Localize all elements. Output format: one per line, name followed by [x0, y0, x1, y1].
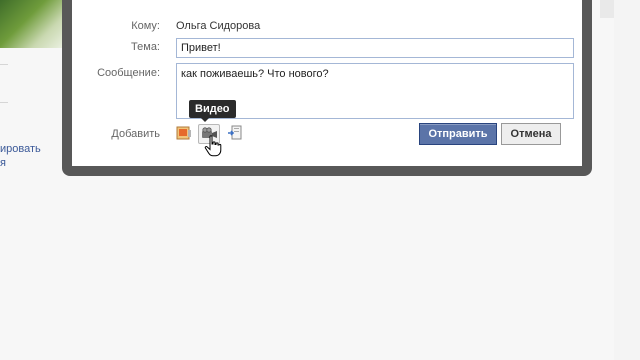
message-label: Сообщение:: [97, 67, 160, 79]
message-dialog: Кому: Ольга Сидорова Тема: Привет! Сообщ…: [72, 0, 582, 166]
divider: [0, 102, 8, 103]
video-tooltip: Видео: [189, 100, 236, 122]
message-textarea[interactable]: как поживаешь? Что нового?: [176, 63, 574, 119]
background-panel-fragment: [600, 0, 614, 18]
background-link[interactable]: ировать я: [0, 142, 41, 170]
attach-label: Добавить: [111, 128, 160, 140]
attach-photo-button[interactable]: [176, 125, 192, 141]
hand-cursor-icon: [204, 135, 222, 157]
recipient-value: Ольга Сидорова: [176, 20, 261, 32]
recipient-label: Кому:: [131, 20, 160, 32]
page-scroll-region: [614, 0, 640, 360]
message-dialog-frame: Кому: Ольга Сидорова Тема: Привет! Сообщ…: [62, 0, 592, 176]
cancel-button[interactable]: Отмена: [501, 123, 561, 145]
background-link-line-1: ировать: [0, 143, 41, 155]
divider: [0, 64, 8, 65]
attach-link-button[interactable]: [227, 125, 243, 141]
background-link-line-2: я: [0, 157, 6, 169]
profile-photo-fragment: [0, 0, 66, 48]
send-button[interactable]: Отправить: [419, 123, 497, 145]
photo-attach-icon: [176, 126, 191, 140]
subject-input[interactable]: Привет!: [176, 38, 574, 58]
link-attach-icon: [228, 125, 242, 140]
subject-label: Тема:: [131, 41, 160, 53]
